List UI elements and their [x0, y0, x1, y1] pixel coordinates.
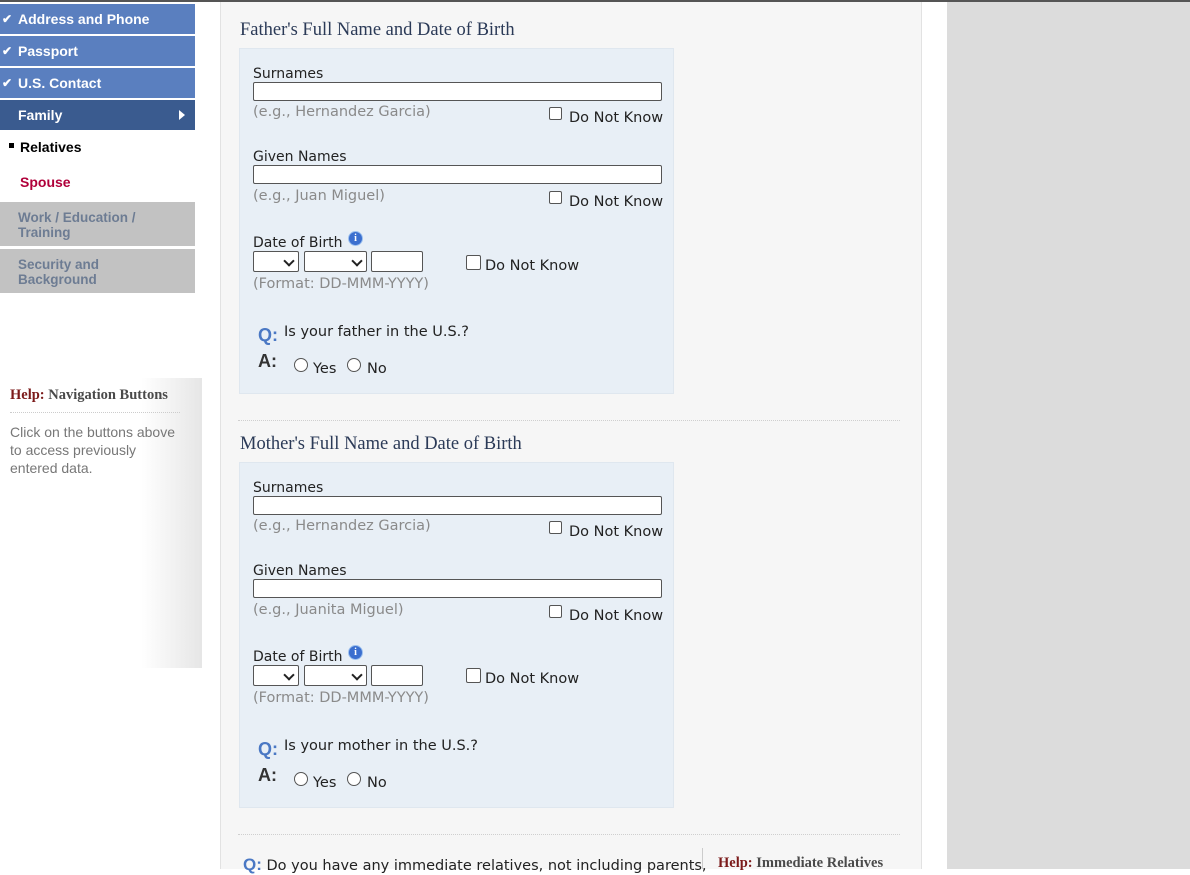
sidebar-subitem-relatives[interactable]: Relatives — [0, 133, 195, 161]
section-divider — [238, 420, 900, 421]
sidebar-item-label-line1: Work / Education / — [18, 210, 136, 225]
sidebar-item-address-and-phone[interactable]: ✔ Address and Phone — [0, 4, 195, 34]
chevron-down-icon — [351, 255, 363, 267]
father-surnames-hint: (e.g., Hernandez Garcia) — [253, 104, 431, 120]
help-divider — [10, 412, 180, 413]
mother-surnames-dnk-checkbox[interactable] — [549, 521, 562, 534]
father-in-us-question: Is your father in the U.S.? — [284, 324, 469, 340]
question-marker: Q: — [258, 739, 278, 759]
mother-given-label: Given Names — [253, 563, 347, 579]
father-given-dnk-label: Do Not Know — [569, 194, 664, 210]
check-icon: ✔ — [2, 76, 13, 90]
sidebar-item-label: U.S. Contact — [18, 75, 102, 91]
answer-marker: A: — [258, 765, 277, 785]
father-section-title: Father's Full Name and Date of Birth — [240, 20, 515, 40]
sidebar-item-us-contact[interactable]: ✔ U.S. Contact — [0, 68, 195, 98]
help-text: Click on the buttons above to access pre… — [10, 424, 175, 476]
question-marker: Q: — [258, 325, 278, 345]
mother-given-dnk-checkbox[interactable] — [549, 605, 562, 618]
mother-surnames-label: Surnames — [253, 480, 324, 496]
sidebar-item-label: Address and Phone — [18, 11, 150, 27]
mother-in-us-no-radio[interactable] — [347, 772, 361, 786]
right-margin — [947, 2, 1190, 869]
help-panel: Help: Navigation Buttons Click on the bu… — [0, 378, 202, 668]
mother-in-us-no-label: No — [367, 775, 387, 791]
question-marker: Q: — [243, 855, 262, 874]
mother-dob-label: Date of Birth — [253, 649, 343, 665]
mother-given-hint: (e.g., Juanita Miguel) — [253, 602, 404, 618]
immediate-relatives-question: Q: Do you have any immediate relatives, … — [243, 855, 707, 875]
father-in-us-no-label: No — [367, 361, 387, 377]
father-dob-year-input[interactable] — [371, 251, 423, 272]
mother-dob-month-select[interactable] — [304, 665, 367, 686]
sidebar-item-label-line1: Security and — [18, 257, 100, 272]
chevron-down-icon — [283, 255, 295, 267]
caret-right-icon — [179, 110, 185, 120]
sidebar-item-security-background: Security and Background — [0, 249, 195, 293]
father-dob-day-select[interactable] — [253, 251, 299, 272]
mother-surnames-input[interactable] — [253, 496, 662, 515]
mother-in-us-yes-label: Yes — [313, 775, 337, 791]
mother-dob-day-select[interactable] — [253, 665, 299, 686]
mother-surnames-hint: (e.g., Hernandez Garcia) — [253, 518, 431, 534]
sidebar-item-label-line2: Background — [18, 272, 97, 287]
father-given-dnk-checkbox[interactable] — [549, 191, 562, 204]
check-icon: ✔ — [2, 12, 13, 26]
mother-given-dnk-label: Do Not Know — [569, 608, 664, 624]
sidebar-item-label: Relatives — [20, 139, 82, 155]
sidebar-item-work-education-training: Work / Education / Training — [0, 202, 195, 246]
mother-in-us-yes-radio[interactable] — [294, 772, 308, 786]
father-given-hint: (e.g., Juan Miguel) — [253, 188, 385, 204]
father-surnames-dnk-label: Do Not Know — [569, 110, 664, 126]
sidebar-item-label: Passport — [18, 43, 78, 59]
section-divider — [238, 834, 900, 835]
father-dob-label: Date of Birth — [253, 235, 343, 251]
father-in-us-no-radio[interactable] — [347, 358, 361, 372]
mother-surnames-dnk-label: Do Not Know — [569, 524, 664, 540]
father-in-us-yes-radio[interactable] — [294, 358, 308, 372]
mother-dob-year-input[interactable] — [371, 665, 423, 686]
answer-marker: A: — [258, 351, 277, 371]
immediate-relatives-help-title: Help: Immediate Relatives — [718, 855, 883, 872]
sidebar-subitem-spouse[interactable]: Spouse — [0, 168, 195, 196]
chevron-down-icon — [283, 669, 295, 681]
chevron-down-icon — [351, 669, 363, 681]
help-topic: Navigation Buttons — [48, 387, 168, 403]
father-given-label: Given Names — [253, 149, 347, 165]
immediate-relatives-question-text: Do you have any immediate relatives, not… — [266, 858, 707, 874]
mother-in-us-question: Is your mother in the U.S.? — [284, 738, 478, 754]
mother-dob-dnk-label: Do Not Know — [485, 671, 580, 687]
check-icon: ✔ — [2, 44, 13, 58]
father-in-us-yes-label: Yes — [313, 361, 337, 377]
mother-section-title: Mother's Full Name and Date of Birth — [240, 434, 522, 454]
father-dob-format-hint: (Format: DD-MMM-YYYY) — [253, 276, 429, 292]
father-dob-dnk-checkbox[interactable] — [466, 255, 481, 270]
sidebar-item-family[interactable]: Family — [0, 100, 195, 130]
current-marker-icon — [9, 143, 14, 148]
help-label: Help: — [10, 387, 45, 403]
sidebar-item-label: Spouse — [20, 174, 71, 190]
father-surnames-label: Surnames — [253, 66, 324, 82]
father-dob-month-select[interactable] — [304, 251, 367, 272]
father-surnames-dnk-checkbox[interactable] — [549, 107, 562, 120]
father-given-input[interactable] — [253, 165, 662, 184]
mother-dob-format-hint: (Format: DD-MMM-YYYY) — [253, 690, 429, 706]
info-icon[interactable]: i — [348, 645, 363, 660]
father-surnames-input[interactable] — [253, 82, 662, 101]
father-dob-dnk-label: Do Not Know — [485, 258, 580, 274]
mother-dob-dnk-checkbox[interactable] — [466, 668, 481, 683]
mother-given-input[interactable] — [253, 579, 662, 598]
info-icon[interactable]: i — [348, 231, 363, 246]
sidebar-item-label: Family — [18, 107, 63, 123]
help-title: Help: Navigation Buttons — [10, 387, 168, 404]
sidebar-item-label-line2: Training — [18, 225, 71, 240]
help-separator — [702, 848, 703, 869]
sidebar-item-passport[interactable]: ✔ Passport — [0, 36, 195, 66]
